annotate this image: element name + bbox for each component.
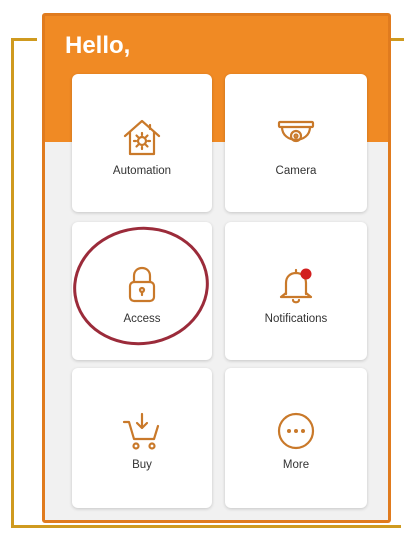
tile-label: Camera [275, 165, 317, 177]
tile-label: Automation [112, 165, 172, 177]
tile-more[interactable]: More [225, 368, 367, 508]
tile-label: More [282, 459, 310, 471]
home-gear-icon [123, 119, 161, 156]
annotation-frame [11, 38, 37, 528]
notification-dot [300, 268, 312, 280]
tile-notifications[interactable]: Notifications [225, 222, 367, 360]
more-icon [277, 412, 315, 450]
tile-label: Notifications [264, 313, 328, 325]
tile-label: Buy [132, 459, 152, 471]
greeting-title: Hello, [65, 32, 131, 59]
tile-automation[interactable]: Automation [72, 74, 212, 212]
annotation-frame-bottom [11, 525, 401, 528]
bell-icon [279, 268, 313, 304]
tile-buy[interactable]: Buy [72, 368, 212, 508]
shopping-cart-icon [122, 412, 160, 450]
security-camera-icon [277, 120, 315, 143]
tile-camera[interactable]: Camera [225, 74, 367, 212]
